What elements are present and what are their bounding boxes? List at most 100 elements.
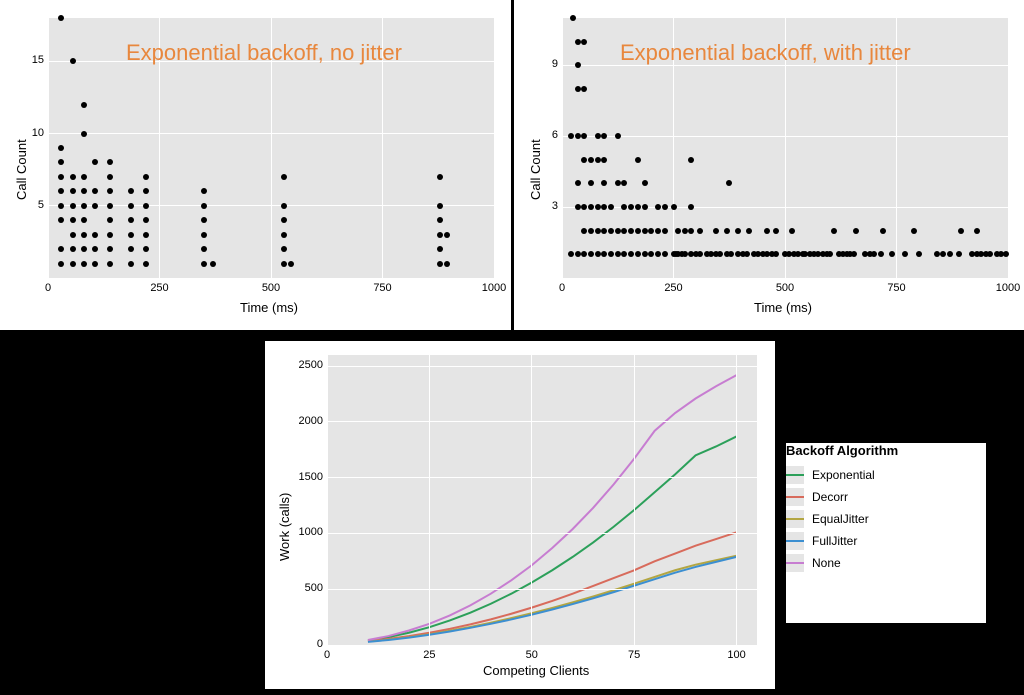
bottom-row: Work (calls) 025507510005001000150020002… (0, 333, 1024, 695)
data-point (92, 261, 98, 267)
data-point (58, 203, 64, 209)
data-point (143, 246, 149, 252)
xtick: 500 (256, 282, 286, 294)
data-point (940, 251, 946, 257)
xtick: 1000 (993, 282, 1023, 294)
legend-swatch (786, 488, 804, 506)
data-point (70, 58, 76, 64)
data-point (601, 228, 607, 234)
data-point (688, 157, 694, 163)
data-point (201, 246, 207, 252)
data-point (595, 228, 601, 234)
data-point (81, 131, 87, 137)
data-point (581, 251, 587, 257)
legend-swatch (786, 510, 804, 528)
data-point (575, 204, 581, 210)
top-row: Call Count 0250500750100051015 Exponenti… (0, 0, 1024, 333)
data-point (628, 204, 634, 210)
data-point (871, 251, 877, 257)
data-point (735, 228, 741, 234)
data-point (107, 246, 113, 252)
data-point (575, 180, 581, 186)
data-point (201, 203, 207, 209)
data-point (107, 232, 113, 238)
data-point (635, 251, 641, 257)
data-point (128, 203, 134, 209)
data-point (128, 261, 134, 267)
data-point (608, 204, 614, 210)
data-point (947, 251, 953, 257)
data-point (281, 203, 287, 209)
data-point (588, 180, 594, 186)
xtick: 750 (882, 282, 912, 294)
data-point (92, 232, 98, 238)
data-point (581, 133, 587, 139)
data-point (878, 251, 884, 257)
legend-item: Exponential (786, 464, 986, 486)
ytick: 10 (14, 127, 44, 139)
data-point (655, 251, 661, 257)
data-point (107, 159, 113, 165)
data-point (642, 204, 648, 210)
data-point (70, 188, 76, 194)
data-point (642, 228, 648, 234)
data-point (682, 228, 688, 234)
data-point (58, 188, 64, 194)
data-point (595, 251, 601, 257)
legend-title: Backoff Algorithm (786, 443, 986, 458)
data-point (648, 251, 654, 257)
ytick: 2000 (287, 415, 323, 427)
data-point (662, 228, 668, 234)
data-point (831, 228, 837, 234)
data-point (581, 86, 587, 92)
data-point (595, 133, 601, 139)
data-point (581, 157, 587, 163)
data-point (744, 251, 750, 257)
data-point (635, 228, 641, 234)
ytick: 2500 (287, 359, 323, 371)
data-point (128, 232, 134, 238)
ytick: 500 (287, 582, 323, 594)
data-point (628, 228, 634, 234)
data-point (81, 174, 87, 180)
data-point (773, 251, 779, 257)
data-point (81, 102, 87, 108)
data-point (70, 174, 76, 180)
data-point (655, 204, 661, 210)
xtick: 100 (722, 649, 752, 661)
data-point (697, 251, 703, 257)
ytick: 3 (528, 200, 558, 212)
data-point (58, 246, 64, 252)
data-point (107, 188, 113, 194)
data-point (889, 251, 895, 257)
data-point (81, 203, 87, 209)
legend-label: FullJitter (812, 534, 857, 548)
data-point (143, 232, 149, 238)
data-point (437, 174, 443, 180)
data-point (621, 204, 627, 210)
data-point (934, 251, 940, 257)
data-point (621, 251, 627, 257)
data-point (648, 228, 654, 234)
data-point (655, 228, 661, 234)
data-point (92, 188, 98, 194)
data-point (58, 261, 64, 267)
data-point (107, 261, 113, 267)
data-point (911, 228, 917, 234)
data-point (662, 251, 668, 257)
data-point (81, 246, 87, 252)
legend-swatch (786, 466, 804, 484)
data-point (575, 133, 581, 139)
ytick: 6 (528, 129, 558, 141)
chart-panel-work: Work (calls) 025507510005001000150020002… (265, 341, 775, 689)
data-point (444, 261, 450, 267)
data-point (773, 228, 779, 234)
data-point (70, 261, 76, 267)
data-point (70, 246, 76, 252)
data-point (281, 261, 287, 267)
data-point (588, 157, 594, 163)
data-point (601, 133, 607, 139)
data-point (987, 251, 993, 257)
ytick: 1000 (287, 526, 323, 538)
annotation-no-jitter: Exponential backoff, no jitter (126, 40, 402, 66)
